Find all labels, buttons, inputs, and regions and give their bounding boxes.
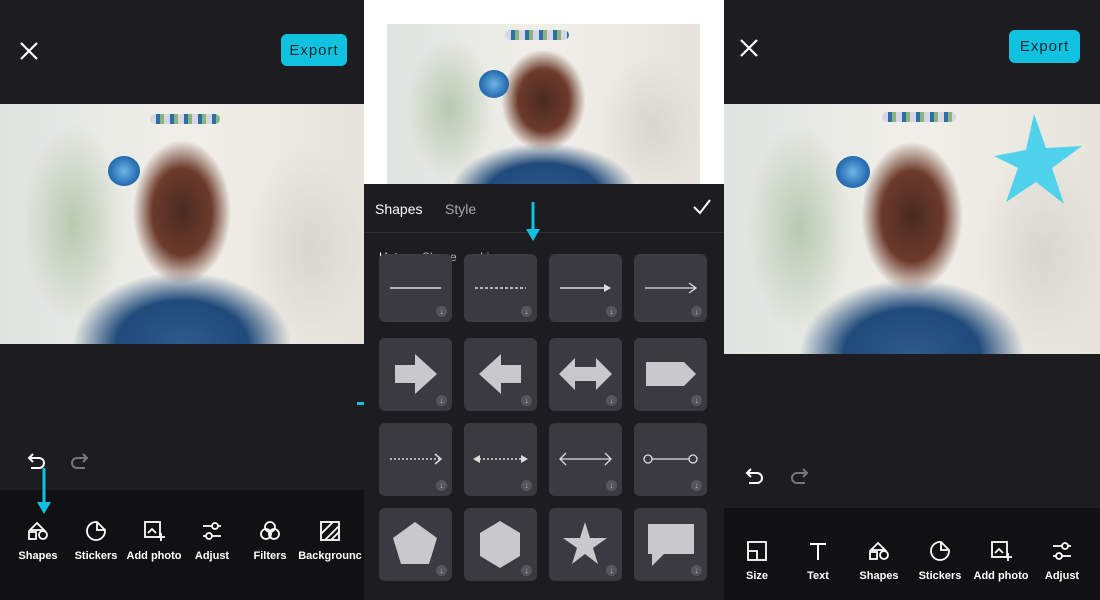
- shape-line-dashed[interactable]: ↓: [464, 254, 537, 322]
- tool-label: Backgrounc: [298, 550, 362, 562]
- undo-icon[interactable]: [740, 463, 768, 491]
- shape-arrow-left[interactable]: ↓: [464, 338, 537, 411]
- shapes-picker-screen: Shapes Style Hot Shape Line ↓ ↓ ↓ ↓: [364, 0, 724, 600]
- bottom-toolbar: Size Text Shapes Stickers Add photo Adju…: [724, 508, 1100, 600]
- guide-arrow-icon: [526, 202, 540, 241]
- size-icon: [747, 541, 767, 561]
- shape-arrow-line-thin[interactable]: ↓: [634, 254, 707, 322]
- tool-label: Adjust: [194, 550, 230, 562]
- shape-circle-connector[interactable]: ↓: [634, 423, 707, 496]
- shapes-sheet: Shapes Style Hot Shape Line ↓ ↓ ↓ ↓: [364, 184, 724, 600]
- tool-label: Shapes: [859, 570, 899, 582]
- tool-label: Size: [745, 570, 768, 582]
- export-button[interactable]: Export: [281, 34, 347, 66]
- shape-arrow-line[interactable]: ↓: [549, 254, 622, 322]
- tab-shapes[interactable]: Shapes: [375, 201, 422, 217]
- tool-stickers[interactable]: Stickers: [908, 540, 972, 582]
- shape-speech-bubble[interactable]: ↓: [634, 508, 707, 581]
- export-button[interactable]: Export: [1009, 30, 1080, 63]
- photo-canvas: [387, 24, 700, 194]
- shapes-icon: [868, 541, 889, 560]
- blue-rose: [836, 156, 870, 188]
- tool-text[interactable]: Text: [786, 540, 850, 582]
- redo-icon[interactable]: [66, 448, 94, 476]
- tool-label: Stickers: [918, 570, 962, 582]
- stickers-icon: [86, 521, 106, 541]
- tool-add-photo[interactable]: Add photo: [969, 540, 1033, 582]
- blue-rose: [479, 70, 509, 98]
- tool-adjust[interactable]: Adjust: [1030, 540, 1094, 582]
- shapes-icon: [27, 521, 48, 540]
- tool-label: Filters: [253, 550, 287, 562]
- add-photo-icon: [991, 541, 1012, 561]
- tab-style[interactable]: Style: [445, 201, 476, 217]
- shape-star[interactable]: ↓: [549, 508, 622, 581]
- filters-icon: [260, 521, 280, 540]
- flower-crown: [882, 112, 956, 122]
- cyan-fragment: [357, 402, 364, 405]
- tool-label: Add photo: [973, 570, 1029, 582]
- shape-arrow-right[interactable]: ↓: [379, 338, 452, 411]
- tool-shapes[interactable]: Shapes: [847, 540, 911, 582]
- guide-arrow-icon: [37, 468, 51, 514]
- shape-line-solid[interactable]: ↓: [379, 254, 452, 322]
- tool-size[interactable]: Size: [725, 540, 789, 582]
- photo-canvas[interactable]: [724, 104, 1100, 354]
- star-shape-overlay[interactable]: [990, 112, 1088, 208]
- background-icon: [320, 521, 340, 541]
- stickers-icon: [930, 541, 950, 561]
- tool-label: Adjust: [1044, 570, 1080, 582]
- flower-crown: [505, 30, 569, 40]
- tool-stickers[interactable]: Stickers: [64, 520, 128, 562]
- adjust-icon: [1053, 542, 1071, 560]
- tool-shapes[interactable]: Shapes: [6, 520, 70, 562]
- tool-background[interactable]: Backgrounc: [298, 520, 362, 562]
- tool-filters[interactable]: Filters: [238, 520, 302, 562]
- shape-arrow-double[interactable]: ↓: [549, 338, 622, 411]
- editor-screen-right: Export Size Text Shapes Stickers Add pho…: [724, 0, 1100, 600]
- redo-icon[interactable]: [786, 463, 814, 491]
- tool-label: Add photo: [126, 550, 182, 562]
- shape-hexagon[interactable]: ↓: [464, 508, 537, 581]
- add-photo-icon: [144, 521, 165, 541]
- close-icon[interactable]: [14, 36, 44, 66]
- sheet-tabs: Shapes Style: [364, 184, 724, 233]
- editor-screen-left: Export Shapes Stickers Add photo Adjust: [0, 0, 364, 600]
- tool-add-photo[interactable]: Add photo: [122, 520, 186, 562]
- flower-crown: [150, 114, 220, 124]
- shape-dotted-arrow[interactable]: ↓: [379, 423, 452, 496]
- blue-rose: [108, 156, 140, 186]
- shape-tag-arrow[interactable]: ↓: [634, 338, 707, 411]
- shape-double-arrow-line[interactable]: ↓: [549, 423, 622, 496]
- photo-canvas[interactable]: [0, 104, 364, 344]
- close-icon[interactable]: [734, 33, 764, 63]
- text-icon: [810, 543, 826, 560]
- shape-pentagon[interactable]: ↓: [379, 508, 452, 581]
- tool-label: Text: [807, 570, 829, 582]
- bottom-toolbar: Shapes Stickers Add photo Adjust Filters…: [0, 468, 364, 600]
- tool-label: Shapes: [18, 550, 58, 562]
- tool-label: Stickers: [74, 550, 118, 562]
- tool-adjust[interactable]: Adjust: [180, 520, 244, 562]
- adjust-icon: [203, 522, 221, 540]
- shape-dotted-double-arrow[interactable]: ↓: [464, 423, 537, 496]
- confirm-check-icon[interactable]: [692, 198, 712, 221]
